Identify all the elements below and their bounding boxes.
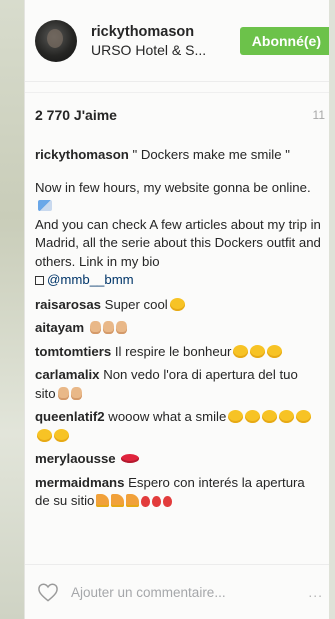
hand-emoji-icon [57,386,69,400]
follow-button[interactable]: Abonné(e) [239,26,329,55]
mention-link[interactable]: @mmb__bmm [47,272,134,287]
tag-icon [38,200,52,211]
comments-section: rickythomason " Dockers make me smile " … [25,136,329,511]
party-emoji-icon [111,494,125,507]
comment-text: Super cool [104,296,168,312]
background-photo-left [0,0,24,619]
grin-emoji-icon [169,297,185,311]
balloon-emoji-icon [141,496,151,507]
grin-emoji-icon [245,410,261,423]
grin-emoji-icon [54,428,69,442]
square-icon [35,276,44,285]
balloon-emoji-icon [163,496,173,507]
caption-text-3: And you can check A few articles about m… [35,216,321,269]
comment-username[interactable]: aitayam [35,320,84,335]
likes-count[interactable]: 2 770 J'aime [35,107,117,123]
comment-item: aitayam [35,319,321,338]
grin-emoji-icon [267,344,283,358]
comment-text: Il respire le bonheur [114,343,232,359]
comment-item: raisarosas Super cool [35,296,321,315]
hand-emoji-icon [115,321,127,334]
heart-outline-icon[interactable] [37,582,59,602]
post-caption: rickythomason " Dockers make me smile " … [35,146,321,290]
comment-username[interactable]: merylaousse [35,451,116,466]
grin-emoji-icon [228,410,244,423]
post-stats: 2 770 J'aime 11 [25,92,329,136]
grin-emoji-icon [279,410,295,423]
hand-emoji-icon [102,321,114,334]
comment-item: tomtomtiers Il respire le bonheur [35,343,321,362]
user-block: rickythomason URSO Hotel & S... [91,23,234,59]
comment-item: carlamalix Non vedo l'ora di apertura de… [35,366,321,403]
comment-item: queenlatif2 wooow what a smile [35,408,321,445]
background-photo-right [329,0,335,619]
comment-username[interactable]: tomtomtiers [35,344,111,359]
post-panel: rickythomason URSO Hotel & S... Abonné(e… [24,0,329,619]
comment-username[interactable]: queenlatif2 [35,409,105,424]
comment-item: mermaidmans Espero con interés la apertu… [35,474,321,511]
location-link[interactable]: URSO Hotel & S... [91,41,234,59]
party-emoji-icon [96,494,110,507]
more-options-button[interactable]: ... [308,584,323,600]
comment-item: merylaousse [35,450,321,469]
comment-username[interactable]: raisarosas [35,297,101,312]
comment-username[interactable]: mermaidmans [35,475,124,490]
comment-text: wooow what a smile [108,409,227,424]
grin-emoji-icon [250,344,266,358]
comment-list: raisarosas Super cool aitayam tomtomtiers… [35,296,321,511]
lips-emoji-icon [121,454,140,463]
username[interactable]: rickythomason [91,23,234,41]
grin-emoji-icon [37,428,52,442]
caption-text-2: Now in few hours, my website gonna be on… [35,179,311,195]
hand-emoji-icon [89,321,101,334]
grin-emoji-icon [296,410,312,423]
comment-input[interactable] [71,584,309,600]
hand-emoji-icon [70,386,82,400]
caption-username[interactable]: rickythomason [35,147,129,162]
comment-username[interactable]: carlamalix [35,367,100,382]
post-time: 11 [312,107,325,122]
party-emoji-icon [126,494,140,507]
avatar[interactable] [35,19,77,62]
balloon-emoji-icon [152,496,162,507]
post-footer: ... [25,564,329,619]
caption-text-1: " Dockers make me smile " [132,147,290,162]
grin-emoji-icon [233,344,249,358]
grin-emoji-icon [262,410,278,423]
post-header: rickythomason URSO Hotel & S... Abonné(e… [25,0,329,82]
